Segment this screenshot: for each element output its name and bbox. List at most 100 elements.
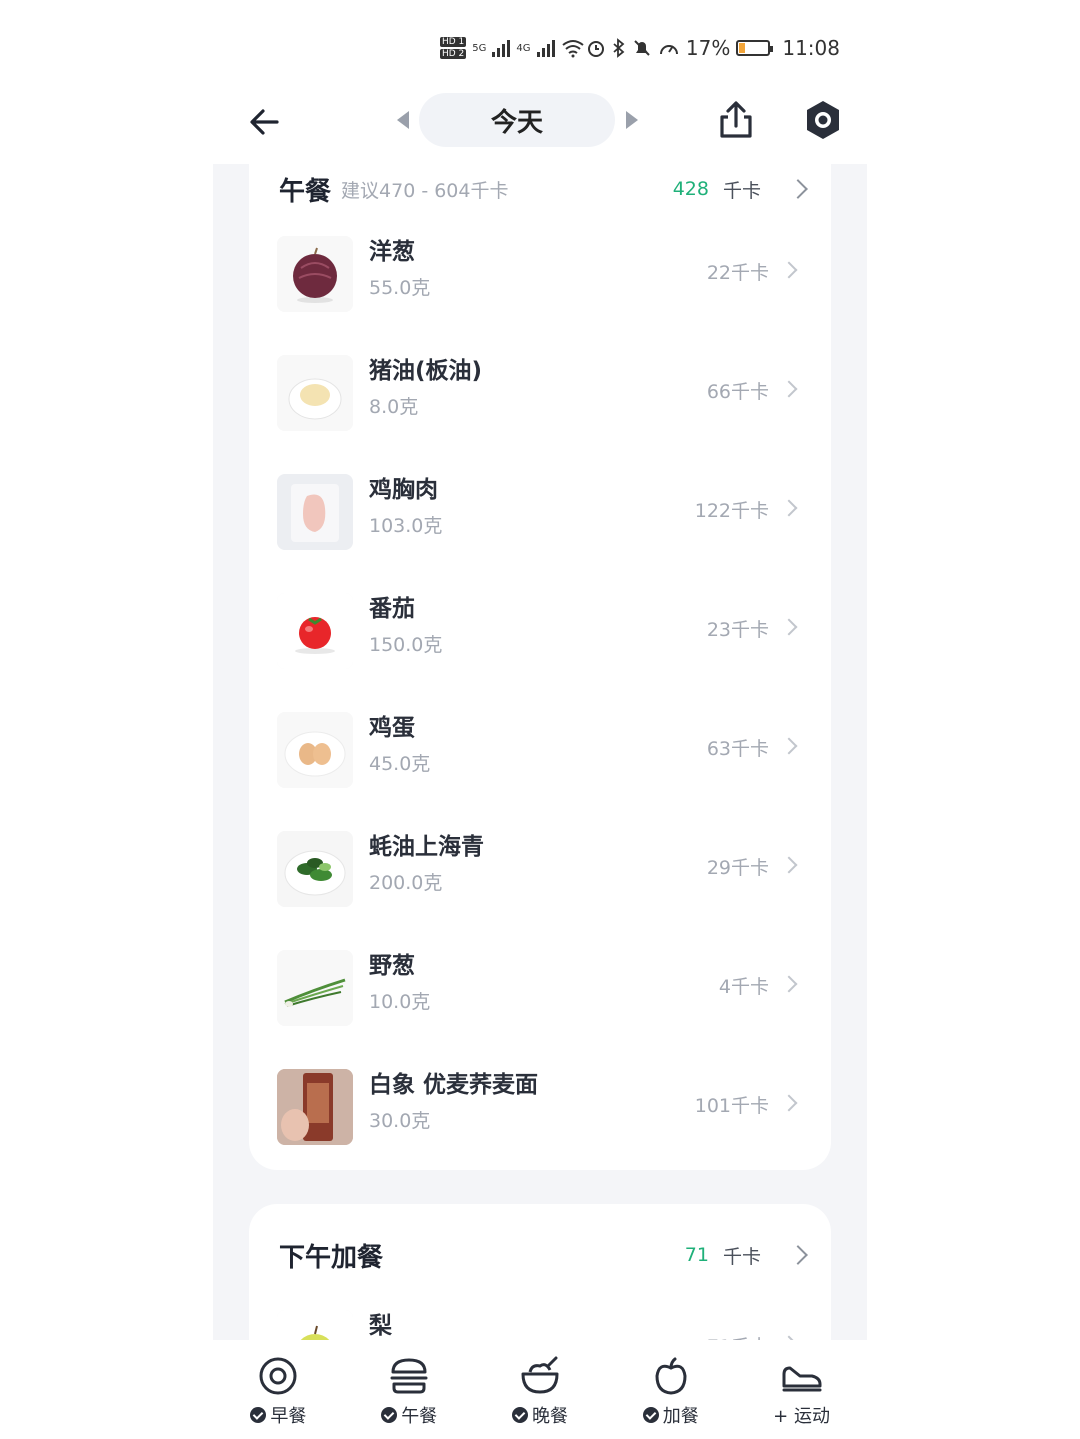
food-item[interactable]: 蚝油上海青 200.0克 29千卡 — [249, 813, 831, 925]
bowl-icon — [521, 1356, 559, 1394]
breakfast-icon — [259, 1357, 297, 1395]
prev-day-triangle-icon[interactable] — [397, 111, 409, 129]
next-day-triangle-icon[interactable] — [626, 111, 638, 129]
tab-breakfast[interactable]: 早餐 — [213, 1340, 344, 1439]
food-weight: 45.0克 — [369, 753, 431, 775]
lunch-kcal-unit: 千卡 — [722, 179, 761, 202]
food-weight: 8.0克 — [369, 396, 419, 418]
snack-title: 下午加餐 — [279, 1242, 384, 1273]
check-icon — [381, 1407, 398, 1423]
pear-image — [277, 1310, 353, 1340]
food-item[interactable]: 鸡蛋 45.0克 63千卡 — [249, 694, 831, 806]
signal-group: HD 1 HD 2 5G 4G — [440, 37, 585, 59]
bottom-nav: 早餐 午餐 晚餐 加餐 + 运动 — [213, 1340, 867, 1439]
food-weight: 150.0克 — [369, 634, 443, 656]
lunch-kcal: 428 — [672, 178, 709, 200]
food-item[interactable]: 野葱 10.0克 4千卡 — [249, 932, 831, 1044]
food-name: 番茄 — [369, 596, 415, 622]
tab-label: + 运动 — [773, 1406, 830, 1427]
snack-header[interactable]: 下午加餐 71 千卡 — [279, 1230, 808, 1280]
wifi-icon — [561, 40, 584, 58]
check-icon — [250, 1407, 267, 1423]
settings-icon[interactable] — [801, 98, 845, 142]
burger-icon — [390, 1358, 428, 1394]
top-header: 今天 — [213, 90, 867, 154]
food-name: 野葱 — [369, 953, 415, 979]
noodle-package-image — [277, 1069, 353, 1145]
food-item[interactable]: 猪油(板油) 8.0克 66千卡 — [249, 337, 831, 449]
food-weight: 10.0克 — [369, 991, 431, 1013]
food-name: 鸡蛋 — [369, 715, 415, 741]
afternoon-snack-card: 下午加餐 71 千卡 梨 71千卡 — [249, 1204, 831, 1340]
chevron-right-icon — [780, 975, 798, 993]
shoe-icon — [782, 1366, 822, 1392]
battery-percent: 17% — [685, 36, 731, 60]
signal-bars-2-icon — [536, 39, 555, 57]
apple-icon — [655, 1357, 687, 1395]
food-kcal: 63千卡 — [706, 738, 769, 760]
tab-extra-meal[interactable]: 加餐 — [605, 1340, 736, 1439]
food-item[interactable]: 洋葱 55.0克 22千卡 — [249, 218, 831, 330]
network-5g-label: 5G — [472, 42, 487, 54]
food-kcal: 71千卡 — [707, 1332, 769, 1340]
tab-label: 晚餐 — [531, 1406, 568, 1427]
speed-gauge-icon — [659, 45, 678, 55]
chevron-right-icon — [780, 261, 798, 279]
tab-exercise[interactable]: + 运动 — [736, 1340, 867, 1439]
chevron-right-icon — [780, 737, 798, 755]
greens-dish-image — [277, 831, 353, 907]
clock-time: 11:08 — [782, 36, 840, 60]
check-icon — [642, 1407, 659, 1423]
food-item[interactable]: 番茄 150.0克 23千卡 — [249, 575, 831, 687]
network-4g-label: 4G — [516, 42, 531, 54]
lard-image — [277, 355, 353, 431]
food-kcal: 66千卡 — [706, 381, 769, 403]
food-kcal: 4千卡 — [718, 976, 769, 998]
onion-image — [277, 236, 353, 312]
chevron-right-icon — [780, 499, 798, 517]
lunch-header[interactable]: 午餐 建议470 - 604千卡 428 千卡 — [279, 164, 808, 214]
tab-label: 早餐 — [270, 1406, 307, 1427]
lunch-suggest: 建议470 - 604千卡 — [341, 179, 509, 202]
mute-bell-icon — [634, 40, 650, 56]
tab-label: 午餐 — [401, 1406, 438, 1427]
food-weight: 200.0克 — [369, 872, 443, 894]
food-kcal: 101千卡 — [694, 1095, 769, 1117]
date-selector[interactable]: 今天 — [419, 93, 615, 147]
status-icons: 17% 11:08 — [586, 36, 840, 60]
food-name: 猪油(板油) — [369, 358, 483, 384]
chevron-right-icon — [780, 856, 798, 874]
check-icon — [511, 1407, 528, 1423]
food-name: 梨 — [369, 1313, 392, 1339]
tab-lunch[interactable]: 午餐 — [344, 1340, 475, 1439]
food-name: 洋葱 — [369, 239, 415, 265]
food-item[interactable]: 白象 优麦荞麦面 30.0克 101千卡 — [249, 1051, 831, 1163]
food-name: 鸡胸肉 — [369, 477, 438, 503]
tomato-image — [277, 593, 353, 669]
food-name: 蚝油上海青 — [369, 834, 484, 860]
wild-onion-image — [277, 950, 353, 1026]
chevron-right-icon — [780, 380, 798, 398]
tab-dinner[interactable]: 晚餐 — [475, 1340, 606, 1439]
share-upload-icon[interactable] — [714, 98, 758, 142]
food-kcal: 122千卡 — [694, 500, 769, 522]
food-item[interactable]: 梨 71千卡 — [249, 1292, 831, 1340]
date-label: 今天 — [490, 107, 543, 138]
alarm-icon — [587, 41, 604, 57]
lunch-title: 午餐 — [279, 176, 332, 207]
food-item[interactable]: 鸡胸肉 103.0克 122千卡 — [249, 456, 831, 568]
chevron-right-icon — [788, 1245, 808, 1265]
status-bar: HD 1 HD 2 5G 4G 17% 11:08 — [440, 28, 840, 68]
meal-content: 午餐 建议470 - 604千卡 428 千卡 洋葱 55.0克 22千卡 猪油… — [213, 164, 867, 1340]
arrow-left-icon[interactable] — [243, 100, 287, 144]
food-weight: 103.0克 — [369, 515, 443, 537]
food-kcal: 23千卡 — [706, 619, 769, 641]
snack-kcal-unit: 千卡 — [722, 1245, 761, 1268]
hd2-label: HD 2 — [440, 49, 467, 59]
chevron-right-icon — [788, 179, 808, 199]
app-screen: HD 1 HD 2 5G 4G 17% 11:08 今天 午餐 建议470 - … — [0, 0, 1080, 1439]
hd1-label: HD 1 — [440, 37, 467, 47]
hd-indicator: HD 1 HD 2 — [440, 37, 467, 59]
chevron-right-icon — [780, 1094, 798, 1112]
chicken-breast-image — [277, 474, 353, 550]
